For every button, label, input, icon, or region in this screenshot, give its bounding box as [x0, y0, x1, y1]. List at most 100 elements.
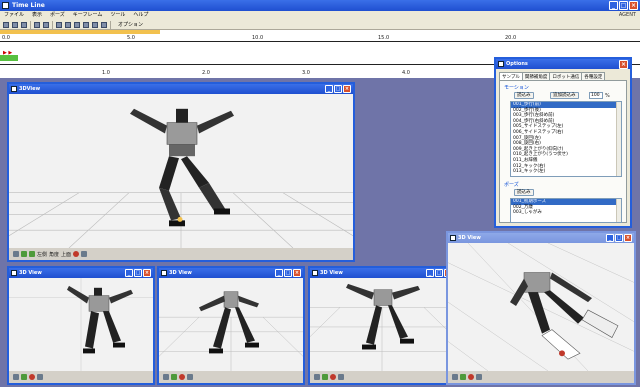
close-button[interactable]: × — [293, 269, 301, 277]
maximize-button[interactable]: □ — [615, 234, 623, 242]
walk-icon[interactable] — [322, 374, 328, 380]
robot-scene — [448, 243, 634, 371]
walk-icon[interactable] — [460, 374, 466, 380]
menu-help[interactable]: ヘルプ — [133, 11, 148, 20]
key-icon[interactable] — [314, 374, 320, 380]
motion-list[interactable]: 001_歩行(前) 002_歩行(後) 003_歩行(左斜め前) 004_歩行(… — [510, 101, 622, 177]
list-item[interactable]: 013_キック(左) — [511, 169, 621, 175]
percent-unit: % — [605, 93, 610, 99]
view-icon — [11, 86, 17, 92]
pose-list-scrollbar[interactable] — [616, 199, 621, 222]
redo-icon[interactable] — [43, 21, 49, 28]
maximize-button[interactable]: □ — [435, 269, 443, 277]
pose-list[interactable]: 001_初期ポーズ 002_万歳 003_しゃがみ — [510, 198, 622, 223]
play-icon[interactable] — [92, 21, 98, 28]
view-title: 3D View — [458, 235, 481, 241]
view-canvas[interactable] — [448, 243, 634, 371]
view-titlebar: 3D View _ □ × — [310, 268, 454, 278]
paste-icon[interactable] — [65, 21, 71, 28]
walk-icon[interactable] — [21, 374, 27, 380]
record-icon[interactable] — [29, 374, 35, 380]
motion-load-button[interactable]: 読込み — [514, 92, 534, 99]
maximize-button[interactable]: □ — [619, 1, 628, 10]
grid-icon[interactable] — [338, 374, 344, 380]
view-canvas[interactable] — [310, 278, 454, 371]
grid-icon[interactable] — [37, 374, 43, 380]
view-top-label[interactable]: 上面 — [61, 251, 71, 258]
delete-icon[interactable] — [83, 21, 89, 28]
view-canvas[interactable] — [9, 278, 153, 371]
view-left-label[interactable]: 左側 — [37, 251, 47, 258]
close-button[interactable]: × — [343, 85, 351, 93]
walk-icon[interactable] — [171, 374, 177, 380]
grid-icon[interactable] — [476, 374, 482, 380]
view-3d-perspective[interactable]: 3D View _ □ × — [446, 231, 636, 385]
menu-tools[interactable]: ツール — [110, 11, 125, 20]
robot-figure — [130, 108, 234, 227]
cut-icon[interactable] — [74, 21, 80, 28]
open-icon[interactable] — [12, 21, 18, 28]
pose-load-button[interactable]: 読込み — [514, 189, 534, 196]
close-button[interactable]: × — [624, 234, 632, 242]
motion-list-scrollbar[interactable] — [616, 102, 621, 176]
walk-icon[interactable] — [21, 251, 27, 257]
maximize-button[interactable]: □ — [284, 269, 292, 277]
view-canvas[interactable] — [159, 278, 303, 371]
view-icon — [450, 235, 456, 241]
minimize-button[interactable]: _ — [275, 269, 283, 277]
timeline-tick: 1.0 — [102, 70, 110, 76]
view-3d-front[interactable]: 3D View _ □ × — [7, 266, 155, 385]
record-icon[interactable] — [330, 374, 336, 380]
list-item[interactable]: 003_しゃがみ — [511, 210, 621, 216]
record-icon[interactable] — [73, 251, 80, 257]
view-3d-side[interactable]: 3D View _ □ × — [157, 266, 305, 385]
grid-icon[interactable] — [81, 251, 88, 257]
close-button[interactable]: × — [619, 60, 628, 69]
menu-view[interactable]: 表示 — [32, 11, 42, 20]
minimize-button[interactable]: _ — [325, 85, 333, 93]
copy-icon[interactable] — [56, 21, 62, 28]
minimize-button[interactable]: _ — [125, 269, 133, 277]
view-3d-back[interactable]: 3D View _ □ × — [308, 266, 456, 385]
options-button[interactable]: オプション — [118, 21, 143, 28]
undo-icon[interactable] — [34, 21, 40, 28]
minimize-button[interactable]: _ — [606, 234, 614, 242]
view-statusbar: 左側 角度 上面 — [9, 248, 353, 260]
motion-add-load-button[interactable]: 追加読込み — [550, 92, 579, 99]
key-icon[interactable] — [163, 374, 169, 380]
save-icon[interactable] — [21, 21, 27, 28]
view-titlebar: 3D View _ □ × — [9, 268, 153, 278]
menu-keyframe[interactable]: キーフレーム — [73, 11, 103, 20]
percent-input[interactable]: 100 — [589, 92, 603, 99]
key-icon[interactable] — [452, 374, 458, 380]
toolbar: オプション — [0, 20, 640, 30]
close-button[interactable]: × — [143, 269, 151, 277]
minimize-button[interactable]: _ — [426, 269, 434, 277]
key-icon[interactable] — [13, 251, 19, 257]
stop-icon[interactable] — [101, 21, 107, 28]
close-button[interactable]: × — [629, 1, 638, 10]
timeline-track-top — [0, 41, 640, 42]
menu-pose[interactable]: ポーズ — [50, 11, 65, 20]
view-icon — [11, 270, 17, 276]
record-icon[interactable] — [468, 374, 474, 380]
minimize-button[interactable]: _ — [609, 1, 618, 10]
robot-scene — [310, 283, 454, 371]
view-3d-main[interactable]: 3DView _ □ × 左側 角度 上面 — [7, 82, 355, 262]
view-statusbar — [448, 371, 634, 383]
view-statusbar — [9, 371, 153, 383]
grid-icon[interactable] — [187, 374, 193, 380]
view-canvas[interactable] — [9, 94, 353, 248]
key-icon[interactable] — [13, 374, 19, 380]
keyframe-bar[interactable] — [0, 55, 18, 61]
walk-icon[interactable] — [29, 251, 35, 257]
robot-figure — [346, 283, 420, 350]
record-icon[interactable] — [179, 374, 185, 380]
view-angle-label[interactable]: 角度 — [49, 251, 59, 258]
maximize-button[interactable]: □ — [134, 269, 142, 277]
maximize-button[interactable]: □ — [334, 85, 342, 93]
new-icon[interactable] — [3, 21, 9, 28]
agent-label: AGENT — [618, 12, 636, 18]
menu-file[interactable]: ファイル — [4, 11, 24, 20]
options-window[interactable]: Options × サンプル 関節補角度 ロボット通信 各種設定 モーション 読… — [494, 57, 632, 228]
